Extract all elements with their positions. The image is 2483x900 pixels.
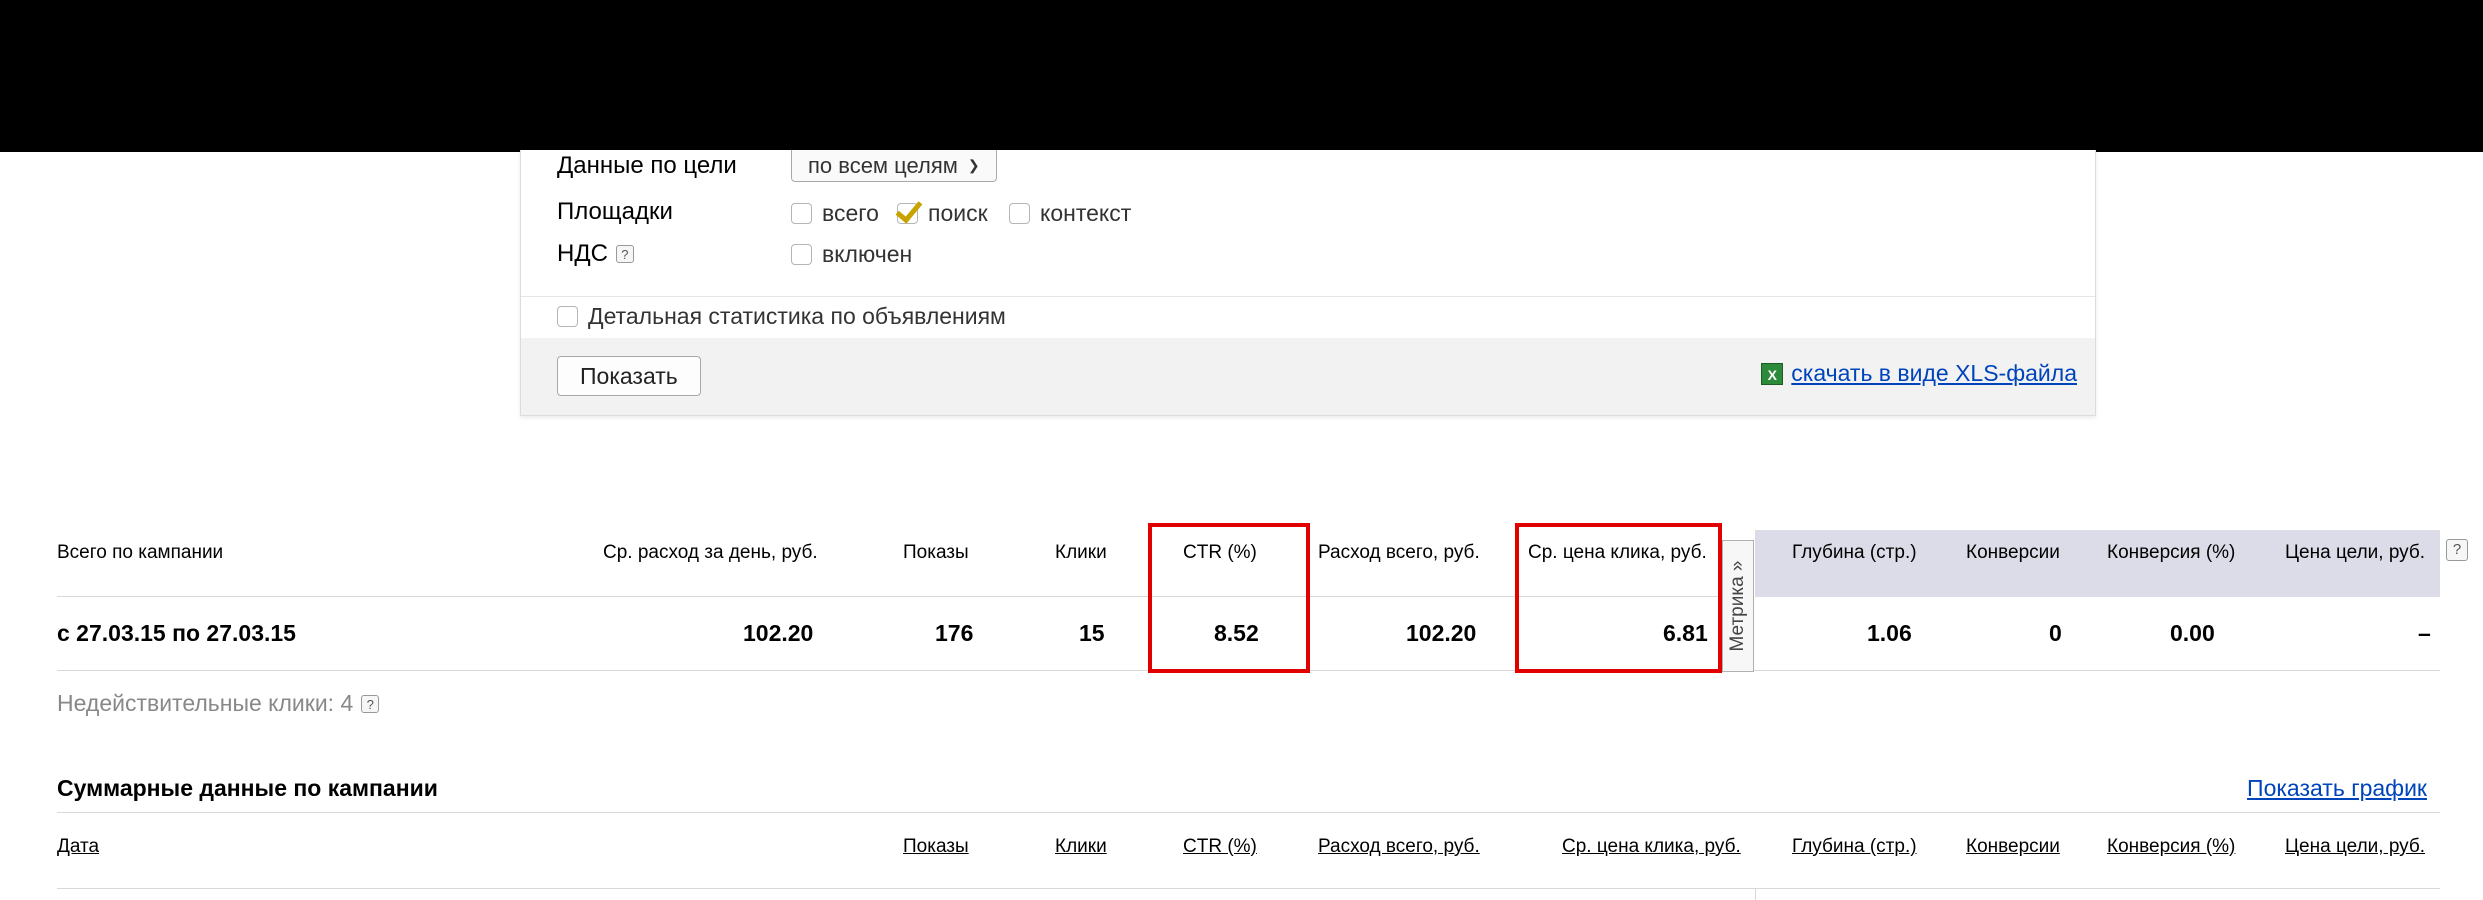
excel-icon: X xyxy=(1761,362,1784,385)
header-goal-price: Цена цели, руб. xyxy=(2285,542,2426,563)
black-redaction-bar xyxy=(0,0,2483,152)
header-conversion-rate: Конверсия (%) xyxy=(2107,542,2236,563)
row-conversions: 0 xyxy=(2049,620,2062,646)
invalid-clicks-label: Недействительные клики: 4 xyxy=(57,690,354,716)
vat-label-row: НДС ? xyxy=(557,240,634,268)
row-avg-daily: 102.20 xyxy=(743,620,814,646)
help-icon[interactable]: ? xyxy=(2446,539,2468,561)
summary-title: Суммарные данные по кампании xyxy=(57,775,438,801)
detailed-stats-option[interactable]: Детальная статистика по объявлениям xyxy=(557,303,1006,330)
header-divider xyxy=(57,596,1722,597)
row-impressions: 176 xyxy=(935,620,974,646)
platform-option-search[interactable]: поиск xyxy=(897,200,988,227)
summary-header-date[interactable]: Дата xyxy=(57,836,99,857)
row-period: с 27.03.15 по 27.03.15 xyxy=(57,620,296,646)
platform-all-label: всего xyxy=(822,200,879,226)
panel-divider xyxy=(521,296,2095,297)
detailed-stats-label: Детальная статистика по объявлениям xyxy=(588,303,1006,329)
metrika-tab[interactable]: Метрика » xyxy=(1722,540,1754,672)
platform-all-checkbox[interactable] xyxy=(791,203,812,224)
row-depth: 1.06 xyxy=(1867,620,1912,646)
platform-search-checkbox[interactable] xyxy=(897,203,918,224)
header-period: Всего по кампании xyxy=(57,542,224,563)
vat-option-label: включен xyxy=(822,241,913,267)
row-goal-price: – xyxy=(2418,620,2431,646)
xls-download[interactable]: X скачать в виде XLS-файла xyxy=(1761,360,2077,387)
summary-header-impressions[interactable]: Показы xyxy=(903,836,969,857)
filter-panel: Данные по цели по всем целям ❯ Площадки … xyxy=(520,150,2096,416)
summary-header-avg-cpc[interactable]: Ср. цена клика, руб. xyxy=(1562,836,1741,857)
summary-column-divider xyxy=(1755,888,1756,900)
summary-header-goal-price[interactable]: Цена цели, руб. xyxy=(2285,836,2425,857)
metrika-tab-label: Метрика » xyxy=(1727,560,1748,652)
header-clicks: Клики xyxy=(1055,542,1107,563)
platforms-label: Площадки xyxy=(557,198,673,225)
platform-option-all[interactable]: всего xyxy=(791,200,879,227)
vat-label: НДС xyxy=(557,240,608,267)
header-depth: Глубина (стр.) xyxy=(1792,542,1917,563)
chevron-down-icon: ❯ xyxy=(967,157,980,173)
ctr-highlight-box xyxy=(1148,523,1310,673)
show-button[interactable]: Показать xyxy=(557,356,701,396)
summary-header-conversion-rate[interactable]: Конверсия (%) xyxy=(2107,836,2235,857)
summary-header-depth[interactable]: Глубина (стр.) xyxy=(1792,836,1917,857)
help-icon[interactable]: ? xyxy=(615,245,634,263)
row-conversion-rate: 0.00 xyxy=(2170,620,2215,646)
goal-select[interactable]: по всем целям ❯ xyxy=(791,150,997,182)
panel-footer: Показать X скачать в виде XLS-файла xyxy=(521,338,2095,415)
invalid-clicks: Недействительные клики: 4 ? xyxy=(57,690,380,717)
row-clicks: 15 xyxy=(1079,620,1105,646)
detailed-stats-checkbox[interactable] xyxy=(557,306,578,327)
goal-select-value: по всем целям xyxy=(808,152,958,178)
header-impressions: Показы xyxy=(903,542,969,563)
summary-header-ctr[interactable]: CTR (%) xyxy=(1183,836,1257,857)
goal-label: Данные по цели xyxy=(557,152,737,179)
header-total-cost: Расход всего, руб. xyxy=(1318,542,1480,563)
platform-context-label: контекст xyxy=(1040,200,1132,226)
xls-download-link[interactable]: скачать в виде XLS-файла xyxy=(1791,360,2077,387)
summary-header-divider xyxy=(57,888,2440,889)
platform-search-label: поиск xyxy=(928,200,988,226)
header-conversions: Конверсии xyxy=(1966,542,2060,563)
platform-context-checkbox[interactable] xyxy=(1009,203,1030,224)
summary-header-clicks[interactable]: Клики xyxy=(1055,836,1107,857)
help-icon[interactable]: ? xyxy=(361,694,380,713)
platform-option-context[interactable]: контекст xyxy=(1009,200,1131,227)
summary-divider xyxy=(57,812,2440,813)
header-avg-daily: Ср. расход за день, руб. xyxy=(603,542,818,563)
row-total-cost: 102.20 xyxy=(1406,620,1477,646)
summary-header-conversions[interactable]: Конверсии xyxy=(1966,836,2060,857)
vat-checkbox[interactable] xyxy=(791,244,812,265)
show-graph-link[interactable]: Показать график xyxy=(2247,775,2427,802)
vat-option[interactable]: включен xyxy=(791,241,912,268)
summary-header-total-cost[interactable]: Расход всего, руб. xyxy=(1318,836,1480,857)
avg-cpc-highlight-box xyxy=(1515,523,1722,673)
